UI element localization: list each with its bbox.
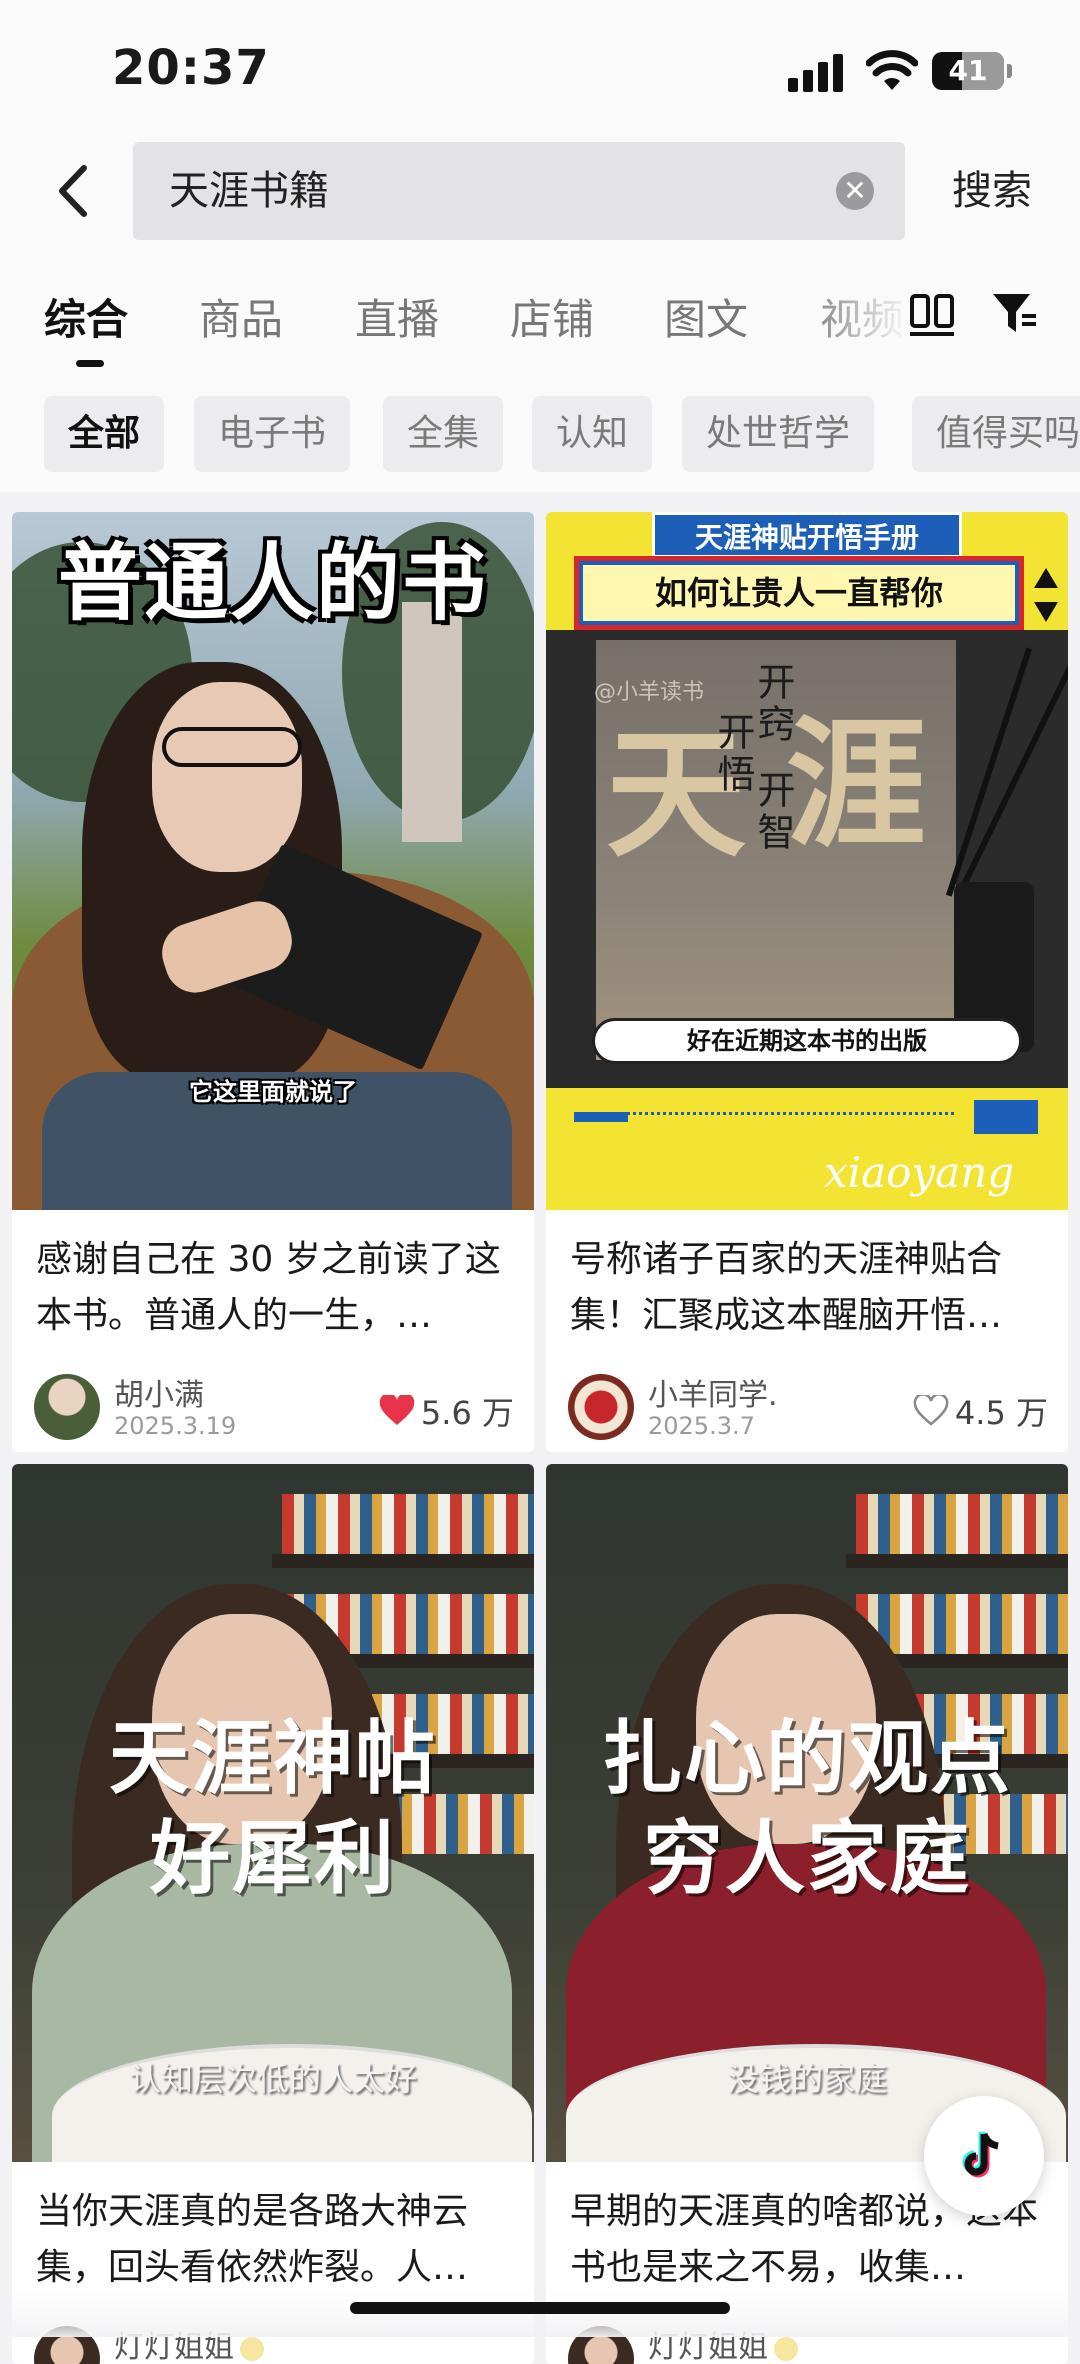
- cellular-signal-icon: [788, 52, 846, 92]
- cover-big-char: 涯: [786, 704, 927, 867]
- chip-ebook[interactable]: 电子书: [194, 396, 351, 472]
- sparkle-icon: [774, 2336, 798, 2361]
- douyin-floating-button[interactable]: [924, 2096, 1044, 2216]
- search-query[interactable]: 天涯书籍: [169, 142, 329, 240]
- like-count[interactable]: 4.5 万: [913, 1388, 1048, 1434]
- glasses: [162, 727, 302, 767]
- author-row: 小羊同学. 2025.3.7 4.5 万: [568, 1370, 1048, 1440]
- filter-chips: 全部 电子书 全集 认知 处世哲学 值得买吗: [0, 380, 1080, 492]
- thumbnail-overlay-line2: 穷人家庭: [643, 1812, 971, 1905]
- category-tabs: 综合 商品 直播 店铺 图文 视频: [0, 250, 1080, 380]
- thumbnail-overlay-line1: 天涯神帖: [109, 1712, 437, 1805]
- card-title[interactable]: 感谢自己在 30 岁之前读了这本书。普通人的一生，…: [36, 1232, 514, 1344]
- status-bar: 20:37 41: [0, 0, 1080, 130]
- video-thumbnail[interactable]: 扎心的观点 穷人家庭 没钱的家庭: [546, 1464, 1068, 2162]
- chip-cognition[interactable]: 认知: [532, 396, 653, 472]
- thumbnail-overlay-line1: 扎心的观点: [602, 1712, 1012, 1805]
- tab-image-text[interactable]: 图文: [664, 286, 748, 347]
- chip-full-collection[interactable]: 全集: [383, 396, 504, 472]
- video-thumbnail[interactable]: 天涯神帖 好犀利 认知层次低的人太好: [12, 1464, 534, 2162]
- result-card[interactable]: 普通人的书 它这里面就说了 感谢自己在 30 岁之前读了这本书。普通人的一生，……: [12, 512, 534, 1452]
- home-indicator[interactable]: [350, 2302, 730, 2314]
- author-name[interactable]: 胡小满: [114, 1370, 204, 1414]
- result-card[interactable]: 天涯神贴开悟手册 如何让贵人一直帮你 天 涯 开窍 开悟 开智 @小羊读书 好在…: [546, 512, 1068, 1452]
- status-time: 20:37: [112, 40, 270, 96]
- author-name[interactable]: 小羊同学.: [648, 1370, 778, 1414]
- card-title[interactable]: 当你天涯真的是各路大神云集，回头看依然炸裂。人…: [36, 2184, 514, 2296]
- thumbnail-watermark: xiaoyang: [824, 1148, 1015, 1197]
- tab-fade: [800, 250, 910, 380]
- douyin-logo-icon: [962, 2132, 999, 2178]
- like-count-value: 4.5 万: [954, 1394, 1048, 1432]
- card-title[interactable]: 号称诸子百家的天涯神贴合集！汇聚成这本醒脑开悟…: [570, 1232, 1048, 1344]
- battery-level: 41: [948, 54, 988, 87]
- post-date: 2025.3.7: [648, 1412, 755, 1440]
- tab-stores[interactable]: 店铺: [510, 286, 594, 347]
- like-count[interactable]: 5.6 万: [379, 1388, 514, 1434]
- thumbnail-caption: 认知层次低的人太好: [128, 2060, 417, 2098]
- tab-live[interactable]: 直播: [355, 286, 439, 347]
- tab-products[interactable]: 商品: [199, 286, 283, 347]
- active-tab-indicator: [76, 360, 104, 367]
- chip-worth-buying[interactable]: 值得买吗: [912, 396, 1080, 472]
- thumbnail-caption: 没钱的家庭: [726, 2060, 887, 2098]
- thumbnail-caption: 它这里面就说了: [189, 1078, 357, 1106]
- video-thumbnail[interactable]: 天涯神贴开悟手册 如何让贵人一直帮你 天 涯 开窍 开悟 开智 @小羊读书 好在…: [546, 512, 1068, 1210]
- heart-outline-icon[interactable]: [913, 1395, 949, 1427]
- battery-icon: 41: [932, 52, 1012, 90]
- avatar[interactable]: [34, 1374, 100, 1440]
- layout-toggle-icon[interactable]: [908, 290, 958, 340]
- search-input[interactable]: 天涯书籍 ✕: [133, 142, 905, 240]
- chip-all[interactable]: 全部: [44, 396, 165, 472]
- clear-icon[interactable]: ✕: [836, 172, 874, 210]
- like-count-value: 5.6 万: [420, 1394, 514, 1432]
- thumbnail-banner: 如何让贵人一直帮你: [574, 556, 1024, 630]
- thumbnail-ribbon: 天涯神贴开悟手册: [652, 512, 962, 558]
- chip-philosophy[interactable]: 处世哲学: [682, 396, 875, 472]
- cover-vertical-text: 开智: [751, 770, 795, 854]
- cover-watermark: @小羊读书: [594, 680, 705, 705]
- sparkle-icon: [240, 2336, 264, 2361]
- result-card[interactable]: 天涯神帖 好犀利 认知层次低的人太好 当你天涯真的是各路大神云集，回头看依然炸裂…: [12, 1464, 534, 2364]
- video-thumbnail[interactable]: 普通人的书 它这里面就说了: [12, 512, 534, 1210]
- search-header: 天涯书籍 ✕ 搜索: [0, 130, 1080, 250]
- post-date: 2025.3.19: [114, 1412, 237, 1440]
- search-button[interactable]: 搜索: [952, 130, 1032, 252]
- avatar[interactable]: [568, 1374, 634, 1440]
- back-chevron-icon[interactable]: [40, 156, 110, 226]
- filter-icon[interactable]: [990, 288, 1040, 338]
- wifi-icon: [866, 50, 918, 90]
- result-card[interactable]: 扎心的观点 穷人家庭 没钱的家庭 早期的天涯真的啥都说，这本书也是来之不易，收集…: [546, 1464, 1068, 2364]
- author-row: 胡小满 2025.3.19 5.6 万: [34, 1370, 514, 1440]
- tab-comprehensive[interactable]: 综合: [44, 286, 128, 347]
- heart-filled-icon[interactable]: [379, 1395, 415, 1427]
- thumbnail-overlay-line2: 好犀利: [150, 1812, 396, 1905]
- thumbnail-overlay-title: 普通人的书: [57, 534, 488, 632]
- thumbnail-pill-caption: 好在近期这本书的出版: [592, 1018, 1022, 1064]
